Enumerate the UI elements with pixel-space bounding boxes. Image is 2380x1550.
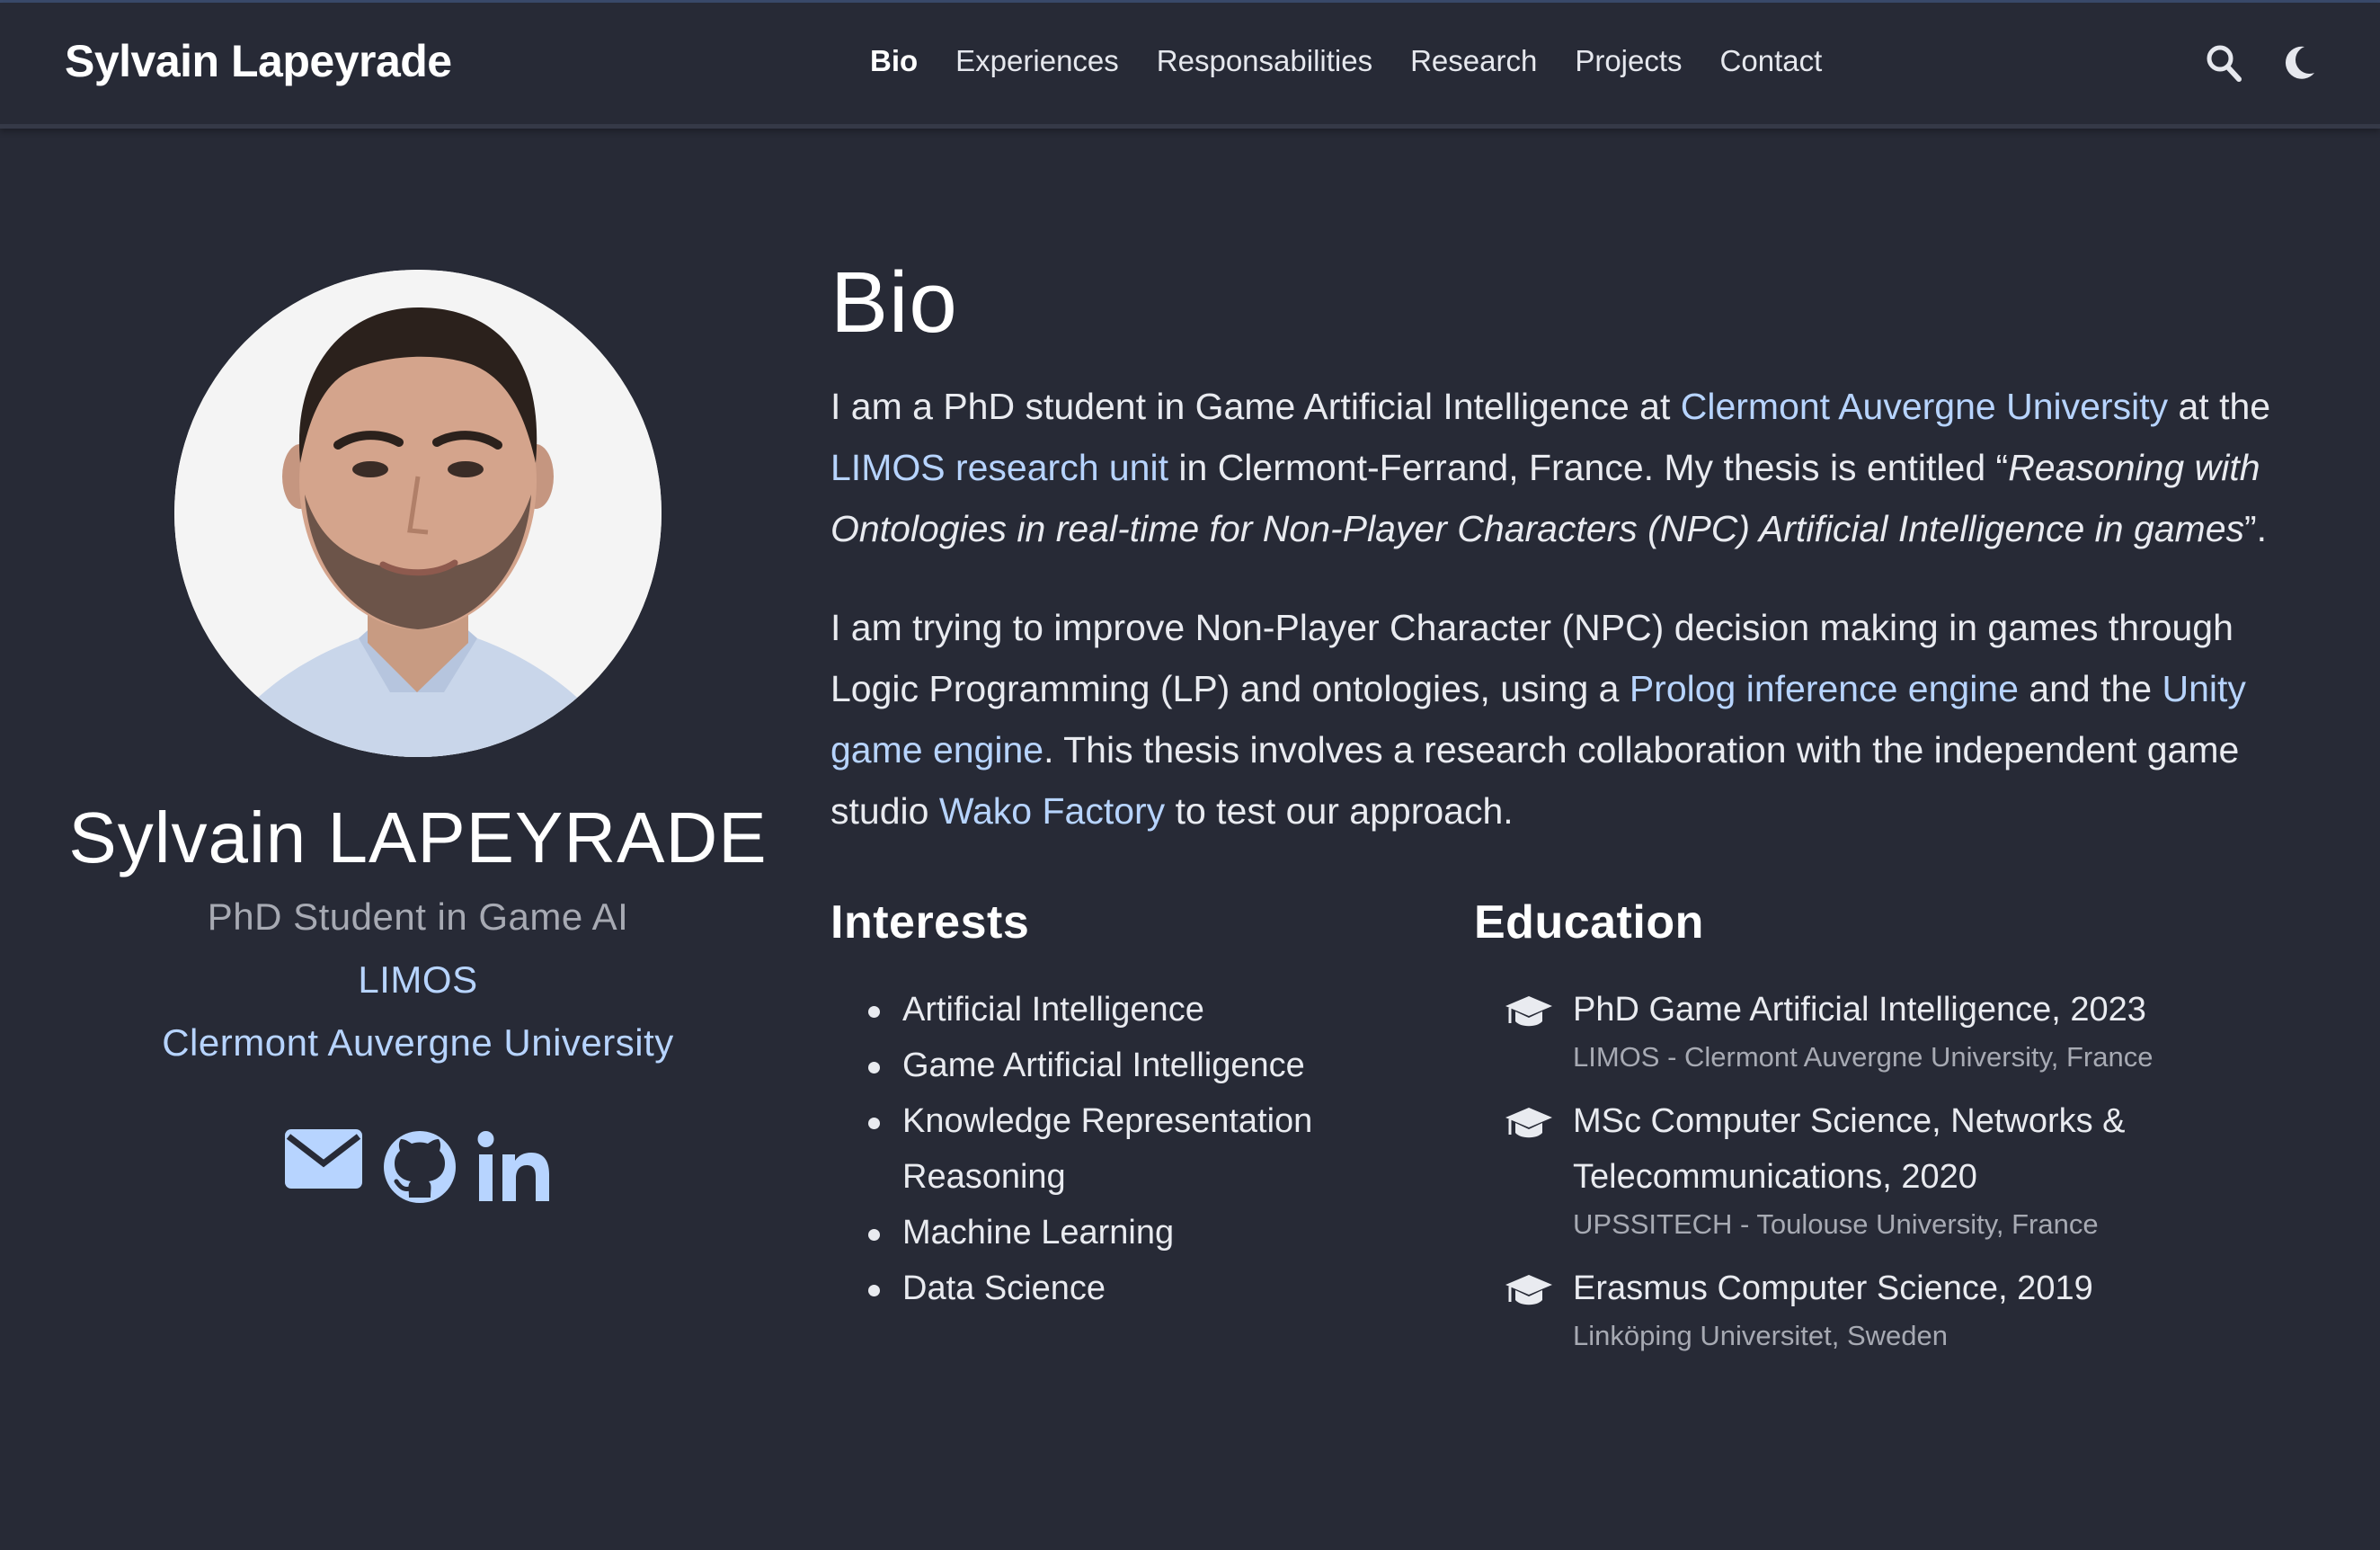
bio-text: I am a PhD student in Game Artificial In… [830,386,1681,427]
list-item: Artificial Intelligence [830,982,1474,1038]
nav-link-research[interactable]: Research [1410,44,1537,78]
bio-text: in Clermont-Ferrand, France. My thesis i… [1168,447,2009,488]
graduation-cap-icon [1505,1106,1553,1142]
graduation-cap-icon [1505,994,1553,1030]
bio-text: at the [2168,386,2271,427]
profile-organization-link[interactable]: LIMOS [54,958,782,1002]
profile-name: Sylvain LAPEYRADE [68,797,768,877]
main-nav: Bio Experiences Responsabilities Researc… [870,44,1860,78]
education-institution: LIMOS - Clermont Auvergne University, Fr… [1573,1041,2154,1073]
education-course: MSc Computer Science, Networks & Telecom… [1573,1102,2126,1196]
bio-text: ”. [2244,508,2268,549]
graduation-cap-icon [1505,1273,1553,1309]
profile-card: Sylvain LAPEYRADE PhD Student in Game AI… [54,270,782,1209]
list-item: Data Science [830,1260,1474,1316]
site-brand[interactable]: Sylvain Lapeyrade [65,35,452,87]
bio-text: and the [2018,668,2162,709]
limos-research-unit-link[interactable]: LIMOS research unit [830,447,1168,488]
moon-icon[interactable] [2281,44,2317,82]
education-institution: UPSSITECH - Toulouse University, France [1573,1208,2099,1240]
linkedin-icon[interactable] [477,1129,551,1209]
interests-section: Interests Artificial Intelligence Game A… [830,895,1474,1372]
list-item: Machine Learning [830,1205,1474,1260]
education-section: Education PhD Game Artificial Intelligen… [1474,895,2301,1372]
profile-role: PhD Student in Game AI [207,895,629,938]
education-institution: Linköping Universitet, Sweden [1573,1320,1949,1351]
nav-link-responsabilities[interactable]: Responsabilities [1157,44,1372,78]
search-icon[interactable] [2206,44,2242,82]
bio-paragraph-1: I am a PhD student in Game Artificial In… [830,376,2305,559]
wako-factory-link[interactable]: Wako Factory [939,790,1165,832]
education-item: PhD Game Artificial Intelligence, 2023 L… [1474,982,2301,1077]
nav-link-bio[interactable]: Bio [870,44,918,78]
education-item: Erasmus Computer Science, 2019 Linköping… [1474,1260,2301,1356]
github-icon[interactable] [382,1129,457,1209]
bio-title: Bio [830,254,958,351]
avatar [174,270,662,757]
profile-university-link[interactable]: Clermont Auvergne University [54,1021,782,1065]
education-course: PhD Game Artificial Intelligence, 2023 [1573,991,2146,1029]
education-heading: Education [1474,896,1704,949]
education-course: Erasmus Computer Science, 2019 [1573,1269,2093,1307]
interests-education-section: Interests Artificial Intelligence Game A… [830,895,2305,1372]
clermont-auvergne-university-link[interactable]: Clermont Auvergne University [1681,386,2168,427]
prolog-inference-engine-link[interactable]: Prolog inference engine [1630,668,2019,709]
main-content: Bio I am a PhD student in Game Artificia… [830,254,2305,1372]
interests-heading: Interests [830,896,1030,949]
envelope-icon[interactable] [285,1129,362,1209]
nav-link-projects[interactable]: Projects [1575,44,1682,78]
nav-link-experiences[interactable]: Experiences [955,44,1119,78]
bio-text: to test our approach. [1165,790,1514,832]
nav-link-contact[interactable]: Contact [1720,44,1823,78]
list-item: Game Artificial Intelligence [830,1038,1474,1093]
list-item: Knowledge Representation Reasoning [830,1093,1474,1205]
education-list: PhD Game Artificial Intelligence, 2023 L… [1474,982,2301,1356]
navbar: Sylvain Lapeyrade Bio Experiences Respon… [0,3,2380,129]
social-links [54,1129,782,1209]
bio-paragraph-2: I am trying to improve Non-Player Charac… [830,597,2305,842]
interests-list: Artificial Intelligence Game Artificial … [830,982,1474,1316]
nav-icons [2206,44,2317,82]
education-item: MSc Computer Science, Networks & Telecom… [1474,1093,2301,1244]
